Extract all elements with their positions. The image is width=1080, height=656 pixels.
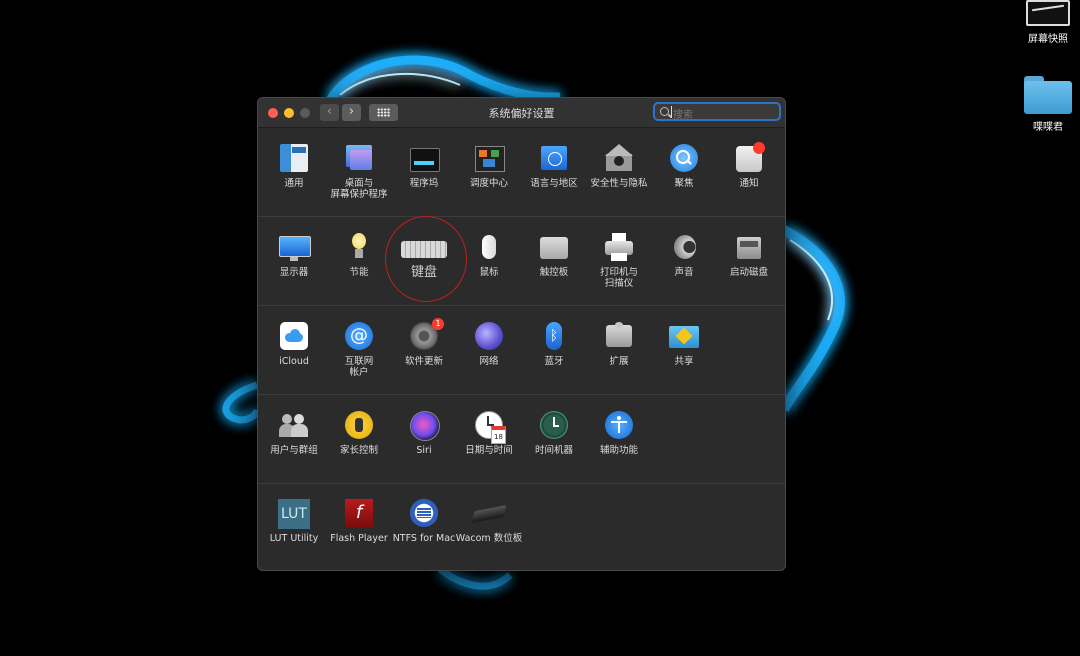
- network-icon: [473, 322, 505, 352]
- title-bar: ‹ › 系统偏好设置 搜索: [258, 98, 785, 128]
- trackpad-icon: [538, 233, 570, 263]
- software-update-icon: 1: [408, 318, 444, 352]
- sharing-icon: [668, 322, 700, 352]
- security-privacy-icon: [603, 144, 635, 174]
- pane-row-internet: iCloud @ 互联网 帐户 1 软件更新 网络 ᛒ 蓝牙 扩展 共享: [258, 306, 785, 395]
- calendar-day: 18: [491, 426, 506, 444]
- ntfs-icon: [408, 499, 440, 529]
- pane-spotlight[interactable]: 聚焦: [649, 144, 719, 189]
- pane-internet-accounts[interactable]: @ 互联网 帐户: [324, 322, 394, 378]
- pane-sound[interactable]: 声音: [649, 233, 719, 278]
- internet-accounts-icon: @: [343, 322, 375, 352]
- pane-extensions[interactable]: 扩展: [584, 322, 654, 367]
- sound-icon: [668, 233, 700, 263]
- text-caret: [671, 106, 672, 118]
- pane-network[interactable]: 网络: [454, 322, 524, 367]
- desktop-item-label: 屏幕快照: [1028, 34, 1068, 45]
- desktop-item-label: 喋喋君: [1033, 122, 1063, 133]
- accessibility-icon: [603, 411, 635, 441]
- search-icon: [660, 107, 669, 116]
- printer-icon: [603, 233, 635, 263]
- wacom-icon: [471, 499, 507, 529]
- search-field[interactable]: 搜索: [653, 102, 781, 121]
- pane-lut-utility[interactable]: LUT LUT Utility: [259, 499, 329, 544]
- pane-printers-scanners[interactable]: 打印机与 扫描仪: [584, 233, 654, 289]
- dock-icon: [408, 144, 440, 174]
- update-count-badge: 1: [432, 318, 444, 330]
- desktop-item-screenshot[interactable]: 屏幕快照: [1013, 0, 1080, 45]
- lut-utility-icon: LUT: [278, 499, 310, 529]
- pane-wacom-tablet[interactable]: Wacom 数位板: [454, 499, 524, 544]
- pane-dock[interactable]: 程序坞: [389, 144, 459, 189]
- date-time-icon: 18: [473, 411, 506, 444]
- siri-icon: [408, 411, 440, 441]
- pane-date-time[interactable]: 18 日期与时间: [454, 411, 524, 456]
- system-preferences-window: ‹ › 系统偏好设置 搜索 通用 桌面与 屏幕保护程序 程序坞 调度中心 语言与…: [257, 97, 786, 571]
- time-machine-icon: [538, 411, 570, 441]
- pane-startup-disk[interactable]: 启动磁盘: [714, 233, 784, 278]
- pane-software-update[interactable]: 1 软件更新: [389, 318, 459, 367]
- desktop-item-folder[interactable]: 喋喋君: [1013, 76, 1080, 133]
- pane-accessibility[interactable]: 辅助功能: [584, 411, 654, 456]
- pane-row-other: LUT LUT Utility f Flash Player NTFS for …: [258, 484, 785, 570]
- pane-parental-controls[interactable]: 家长控制: [324, 411, 394, 456]
- icloud-icon: [278, 322, 310, 352]
- bluetooth-icon: ᛒ: [538, 322, 570, 352]
- screenshot-file-icon: [1026, 0, 1070, 26]
- pane-users-groups[interactable]: 用户与群组: [259, 411, 329, 456]
- pane-notifications[interactable]: 通知: [714, 142, 784, 189]
- extensions-icon: [603, 322, 635, 352]
- pane-row-hardware: 显示器 节能 键盘 鼠标 触控板 打印机与 扫描仪 声音 启动磁盘: [258, 217, 785, 306]
- pane-security-privacy[interactable]: 安全性与隐私: [584, 144, 654, 189]
- notifications-icon: [733, 142, 765, 174]
- spotlight-icon: [668, 144, 700, 174]
- pane-language-region[interactable]: 语言与地区: [519, 144, 589, 189]
- highlight-ring: [385, 216, 467, 302]
- pane-ntfs-for-mac[interactable]: NTFS for Mac: [389, 499, 459, 544]
- pane-row-system: 用户与群组 家长控制 Siri 18 日期与时间 时间机器 辅助功能: [258, 395, 785, 484]
- mouse-icon: [473, 233, 505, 263]
- pane-mission-control[interactable]: 调度中心: [454, 144, 524, 189]
- parental-controls-icon: [343, 411, 375, 441]
- pane-sharing[interactable]: 共享: [649, 322, 719, 367]
- users-groups-icon: [278, 411, 310, 441]
- pane-energy-saver[interactable]: 节能: [324, 233, 394, 278]
- startup-disk-icon: [733, 233, 765, 263]
- pane-trackpad[interactable]: 触控板: [519, 233, 589, 278]
- mission-control-icon: [473, 144, 505, 174]
- folder-icon: [1024, 76, 1072, 114]
- language-region-icon: [538, 144, 570, 174]
- pane-flash-player[interactable]: f Flash Player: [324, 499, 394, 544]
- pane-displays[interactable]: 显示器: [259, 233, 329, 278]
- pane-desktop-screensaver[interactable]: 桌面与 屏幕保护程序: [324, 144, 394, 200]
- pane-general[interactable]: 通用: [259, 144, 329, 189]
- desktop-screensaver-icon: [343, 144, 375, 174]
- general-icon: [278, 144, 310, 174]
- pane-icloud[interactable]: iCloud: [259, 322, 329, 367]
- pane-time-machine[interactable]: 时间机器: [519, 411, 589, 456]
- energy-saver-icon: [343, 233, 375, 263]
- flash-player-icon: f: [343, 499, 375, 529]
- pane-siri[interactable]: Siri: [389, 411, 459, 456]
- search-placeholder: 搜索: [673, 110, 693, 121]
- displays-icon: [278, 233, 311, 263]
- pane-bluetooth[interactable]: ᛒ 蓝牙: [519, 322, 589, 367]
- pane-row-personal: 通用 桌面与 屏幕保护程序 程序坞 调度中心 语言与地区 安全性与隐私 聚焦 通…: [258, 128, 785, 217]
